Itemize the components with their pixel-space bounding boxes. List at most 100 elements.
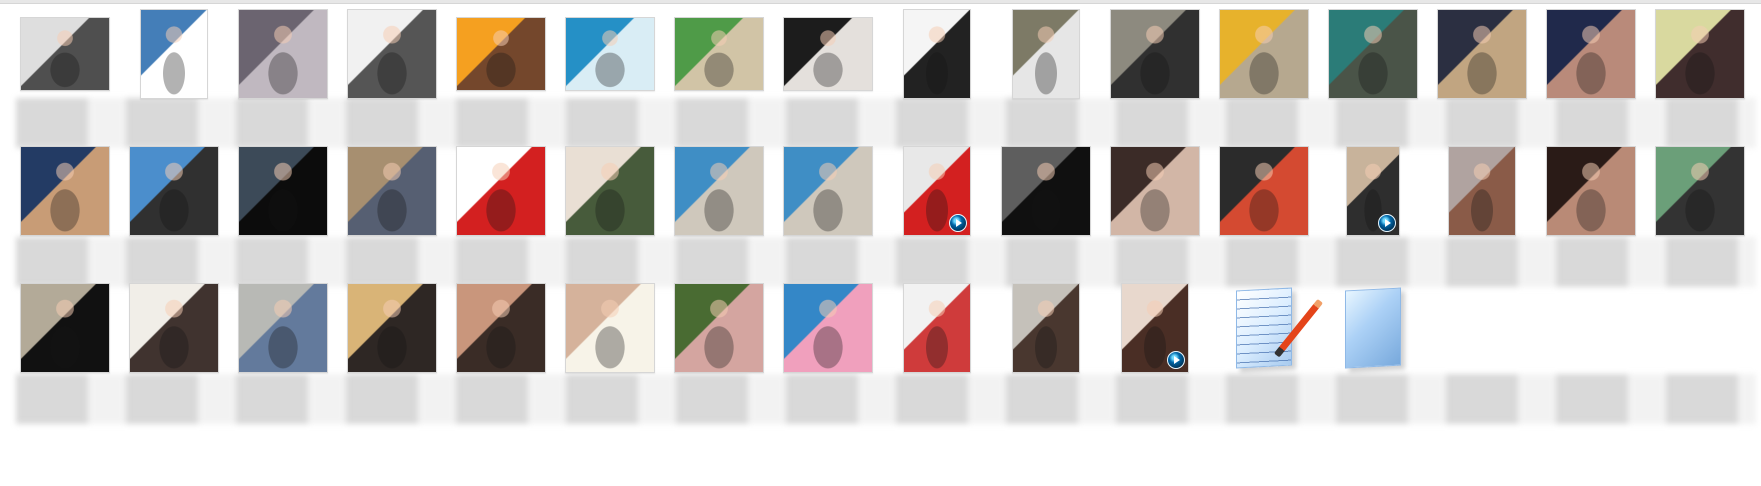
media-file-item[interactable] [891, 282, 983, 374]
image-thumbnail [1655, 9, 1745, 99]
media-file-item[interactable] [1000, 8, 1092, 100]
video-thumbnail [1121, 283, 1189, 373]
media-file-item[interactable] [564, 8, 656, 100]
image-thumbnail [1110, 9, 1200, 99]
media-file-item[interactable] [237, 145, 329, 237]
video-play-icon [1167, 351, 1185, 369]
media-file-item[interactable] [1654, 145, 1746, 237]
media-file-item[interactable] [1109, 145, 1201, 237]
image-thumbnail [347, 9, 437, 99]
blurred-filename-row-1 [16, 98, 1756, 148]
file-row-2 [19, 145, 1749, 237]
media-file-item[interactable] [673, 282, 765, 374]
file-explorer-content [0, 0, 1761, 486]
image-thumbnail [565, 17, 655, 91]
media-file-item[interactable] [1327, 8, 1419, 100]
image-thumbnail [20, 146, 110, 236]
image-thumbnail [1012, 283, 1080, 373]
image-thumbnail [1546, 9, 1636, 99]
image-thumbnail [1219, 146, 1309, 236]
media-file-item[interactable] [673, 8, 765, 100]
video-play-icon [1378, 214, 1396, 232]
image-thumbnail [1001, 146, 1091, 236]
image-thumbnail [903, 283, 971, 373]
image-thumbnail [1328, 9, 1418, 99]
document-file-item[interactable] [1327, 282, 1419, 374]
file-row-3 [19, 282, 1749, 374]
media-file-item[interactable] [1545, 8, 1637, 100]
media-file-item[interactable] [455, 282, 547, 374]
media-file-item[interactable] [1327, 145, 1419, 237]
media-file-item[interactable] [346, 282, 438, 374]
image-thumbnail [1437, 9, 1527, 99]
image-thumbnail [565, 146, 655, 236]
media-file-item[interactable] [782, 282, 874, 374]
media-file-item[interactable] [1109, 282, 1201, 374]
image-thumbnail [783, 17, 873, 91]
media-file-item[interactable] [1000, 282, 1092, 374]
media-file-item[interactable] [1545, 145, 1637, 237]
media-file-item[interactable] [891, 8, 983, 100]
image-thumbnail [1110, 146, 1200, 236]
media-file-item[interactable] [891, 145, 983, 237]
media-file-item[interactable] [1654, 8, 1746, 100]
blurred-filename-row-3 [16, 374, 1756, 424]
image-thumbnail [565, 283, 655, 373]
image-thumbnail [903, 9, 971, 99]
video-thumbnail [903, 146, 971, 236]
pencil-icon [1273, 298, 1324, 358]
media-file-item[interactable] [782, 145, 874, 237]
top-window-edge [0, 0, 1761, 4]
text-document-icon [1236, 287, 1324, 369]
image-thumbnail [140, 9, 208, 99]
media-file-item[interactable] [1218, 145, 1310, 237]
image-thumbnail [456, 17, 546, 91]
image-thumbnail [674, 146, 764, 236]
blank-document-icon [1345, 287, 1401, 369]
image-thumbnail [783, 146, 873, 236]
media-file-item[interactable] [237, 8, 329, 100]
video-play-icon [949, 214, 967, 232]
media-file-item[interactable] [19, 145, 111, 237]
image-thumbnail [347, 146, 437, 236]
media-file-item[interactable] [1109, 8, 1201, 100]
media-file-item[interactable] [1218, 8, 1310, 100]
image-thumbnail [1655, 146, 1745, 236]
image-thumbnail [129, 146, 219, 236]
image-thumbnail [129, 283, 219, 373]
image-thumbnail [456, 283, 546, 373]
image-thumbnail [1448, 146, 1516, 236]
blurred-filename-row-2 [16, 237, 1756, 287]
media-file-item[interactable] [19, 8, 111, 100]
media-file-item[interactable] [455, 145, 547, 237]
media-file-item[interactable] [455, 8, 547, 100]
media-file-item[interactable] [237, 282, 329, 374]
media-file-item[interactable] [346, 8, 438, 100]
image-thumbnail [674, 283, 764, 373]
media-file-item[interactable] [782, 8, 874, 100]
image-thumbnail [238, 283, 328, 373]
media-file-item[interactable] [564, 282, 656, 374]
image-thumbnail [674, 17, 764, 91]
media-file-item[interactable] [128, 145, 220, 237]
media-file-item[interactable] [128, 282, 220, 374]
media-file-item[interactable] [128, 8, 220, 100]
media-file-item[interactable] [1000, 145, 1092, 237]
media-file-item[interactable] [1436, 145, 1528, 237]
image-thumbnail [1012, 9, 1080, 99]
media-file-item[interactable] [564, 145, 656, 237]
image-thumbnail [20, 17, 110, 91]
media-file-item[interactable] [346, 145, 438, 237]
media-file-item[interactable] [19, 282, 111, 374]
media-file-item[interactable] [673, 145, 765, 237]
video-thumbnail [1346, 146, 1400, 236]
document-file-item[interactable] [1218, 282, 1324, 374]
image-thumbnail [1546, 146, 1636, 236]
image-thumbnail [456, 146, 546, 236]
image-thumbnail [20, 283, 110, 373]
image-thumbnail [238, 146, 328, 236]
image-thumbnail [1219, 9, 1309, 99]
media-file-item[interactable] [1436, 8, 1528, 100]
image-thumbnail [238, 9, 328, 99]
image-thumbnail [783, 283, 873, 373]
